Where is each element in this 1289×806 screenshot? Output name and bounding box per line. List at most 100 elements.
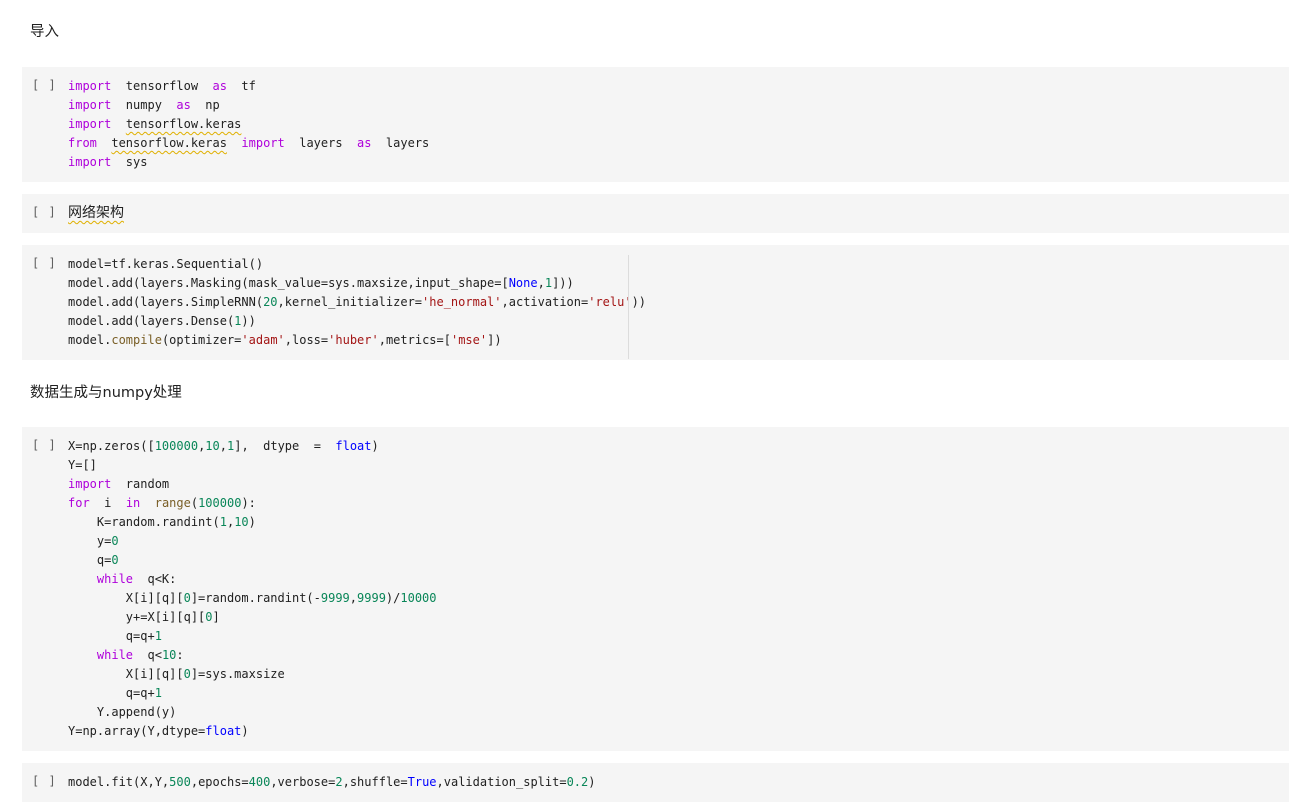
run-cell-button[interactable]: [ ] xyxy=(32,254,57,273)
code-token: numpy xyxy=(111,98,177,112)
code-editor[interactable]: X=np.zeros([100000,10,1], dtype = float)… xyxy=(68,437,437,741)
code-line: while q<K: xyxy=(68,570,437,589)
code-line: from tensorflow.keras import layers as l… xyxy=(68,134,429,153)
code-line: y+=X[i][q][0] xyxy=(68,608,437,627)
code-token: 20 xyxy=(263,295,278,309)
code-line: q=q+1 xyxy=(68,627,437,646)
code-token: float xyxy=(205,724,242,738)
code-token: None xyxy=(508,276,538,290)
code-token: 'huber' xyxy=(328,333,379,347)
code-editor[interactable]: model.fit(X,Y,500,epochs=400,verbose=2,s… xyxy=(68,773,596,792)
code-editor[interactable]: import tensorflow as tf import numpy as n… xyxy=(68,77,429,172)
editor-ruler xyxy=(628,255,629,359)
code-token: model.fit(X,Y, xyxy=(68,775,170,789)
code-cell-model[interactable]: [ ] model=tf.keras.Sequential() model.add… xyxy=(22,245,1289,360)
code-token: 1 xyxy=(219,515,227,529)
code-cell-fit[interactable]: [ ] model.fit(X,Y,500,epochs=400,verbose… xyxy=(22,763,1289,802)
code-token: tensorflow.keras xyxy=(111,136,227,150)
code-token: tf xyxy=(226,79,256,93)
code-token: ) xyxy=(371,439,379,453)
code-token: 500 xyxy=(169,775,191,789)
code-token: model.add(layers.SimpleRNN( xyxy=(68,295,264,309)
code-token: as xyxy=(176,98,191,112)
code-line: import tensorflow as tf xyxy=(68,77,429,96)
code-token: : xyxy=(176,648,184,662)
code-token: X[i][q][ xyxy=(68,591,184,605)
code-line: import numpy as np xyxy=(68,96,429,115)
code-cell-data[interactable]: [ ] X=np.zeros([100000,10,1], dtype = fl… xyxy=(22,427,1289,751)
code-token: ) xyxy=(588,775,596,789)
code-line: model.fit(X,Y,500,epochs=400,verbose=2,s… xyxy=(68,773,596,792)
code-token: import xyxy=(68,117,112,131)
code-token: ,shuffle= xyxy=(342,775,408,789)
code-token: ) xyxy=(248,515,256,529)
code-token: model. xyxy=(68,333,112,347)
code-token: 0 xyxy=(205,610,213,624)
code-token: ): xyxy=(241,496,256,510)
code-token: 'adam' xyxy=(241,333,285,347)
run-cell-button[interactable]: [ ] xyxy=(32,436,57,455)
code-token: range xyxy=(154,496,191,510)
code-token: )/ xyxy=(385,591,401,605)
code-token: import xyxy=(241,136,285,150)
code-token: import xyxy=(68,79,112,93)
code-token: in xyxy=(125,496,141,510)
code-token: import xyxy=(68,477,112,491)
code-token: y+=X[i][q][ xyxy=(68,610,206,624)
code-token: X=np.zeros([ xyxy=(68,439,155,453)
code-token: y= xyxy=(68,534,112,548)
code-token: q< xyxy=(133,648,162,662)
code-token: 10000 xyxy=(400,591,437,605)
code-token: 9999 xyxy=(320,591,350,605)
code-token: random xyxy=(111,477,170,491)
code-token: ,validation_split= xyxy=(436,775,567,789)
code-cell-imports[interactable]: [ ] import tensorflow as tf import numpy … xyxy=(22,67,1289,182)
code-token: ,loss= xyxy=(284,333,329,347)
code-line: for i in range(100000): xyxy=(68,494,437,513)
run-cell-button[interactable]: [ ] xyxy=(32,76,57,95)
code-token: 9999 xyxy=(357,591,386,605)
code-line: model.add(layers.Masking(mask_value=sys.… xyxy=(68,274,646,293)
code-token: 1 xyxy=(154,629,162,643)
code-token: ,kernel_initializer= xyxy=(277,295,423,309)
code-token: 10 xyxy=(161,648,177,662)
code-token: ,verbose= xyxy=(270,775,336,789)
code-token: while xyxy=(96,572,134,586)
run-cell-button[interactable]: [ ] xyxy=(32,203,57,222)
code-token: Y.append(y) xyxy=(68,705,177,719)
code-token: 0 xyxy=(183,591,191,605)
code-token: ) xyxy=(241,724,249,738)
code-token: layers xyxy=(284,136,358,150)
code-token: compile xyxy=(111,333,162,347)
code-line: X=np.zeros([100000,10,1], dtype = float) xyxy=(68,437,437,456)
code-token: K=random.randint( xyxy=(68,515,220,529)
code-token: )) xyxy=(241,314,256,328)
code-token: ] xyxy=(212,610,220,624)
code-line: Y=[] xyxy=(68,456,437,475)
code-token: True xyxy=(407,775,437,789)
code-token: 0 xyxy=(183,667,191,681)
code-line: model.add(layers.Dense(1)) xyxy=(68,312,646,331)
code-token: model=tf.keras.Sequential() xyxy=(68,257,264,271)
code-token: ,metrics=[ xyxy=(378,333,451,347)
code-token: ( xyxy=(190,496,199,510)
code-token: as xyxy=(357,136,372,150)
code-line: model.compile(optimizer='adam',loss='hub… xyxy=(68,331,646,350)
code-token: 1 xyxy=(544,276,553,290)
run-cell-button[interactable]: [ ] xyxy=(32,772,57,791)
code-line: y=0 xyxy=(68,532,437,551)
code-token: sys xyxy=(111,155,148,169)
code-token: ]=random.randint(- xyxy=(190,591,321,605)
code-token: import xyxy=(68,98,112,112)
code-line: import tensorflow.keras xyxy=(68,115,429,134)
code-line: model=tf.keras.Sequential() xyxy=(68,255,646,274)
code-token: 0 xyxy=(111,534,119,548)
text-cell-network[interactable]: [ ] 网络架构 xyxy=(22,194,1289,233)
code-token: 0 xyxy=(111,553,119,567)
code-token: 10 xyxy=(205,439,220,453)
code-editor[interactable]: model=tf.keras.Sequential() model.add(lay… xyxy=(68,255,646,350)
